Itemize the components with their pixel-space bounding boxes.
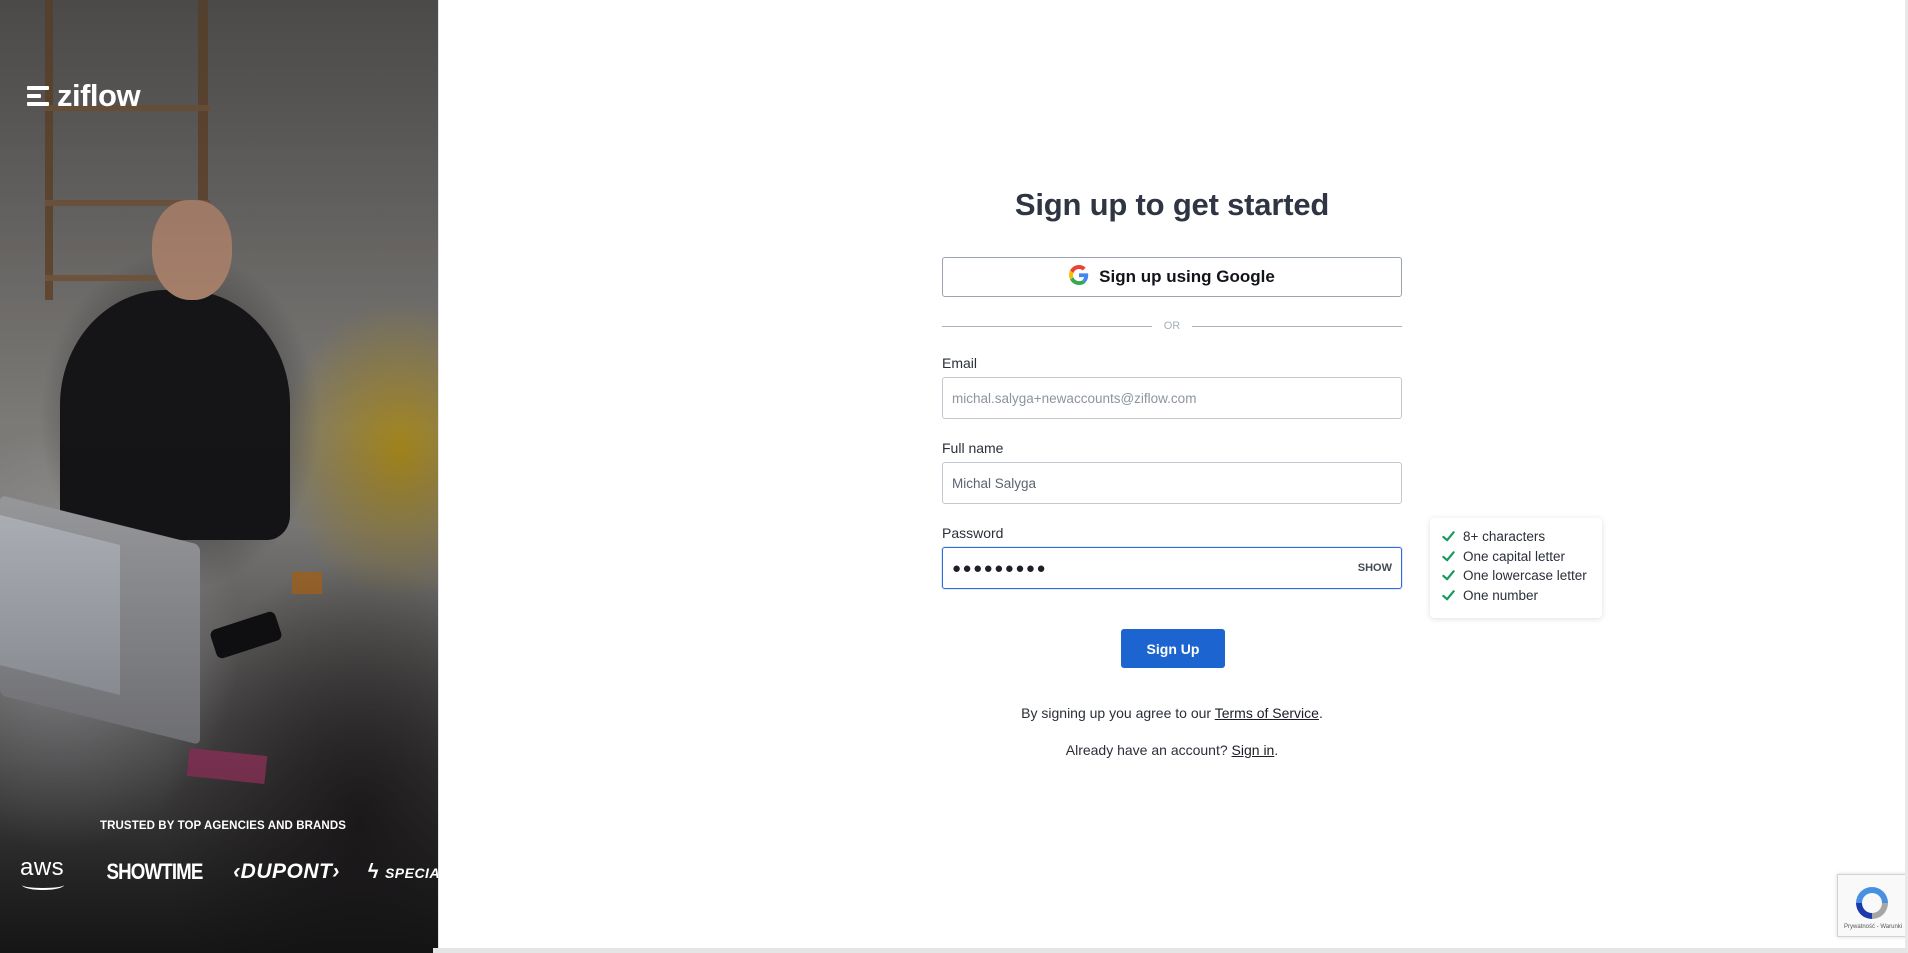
check-icon <box>1442 570 1455 581</box>
password-rule-text: One number <box>1463 587 1539 603</box>
page-title: Sign up to get started <box>1014 187 1330 222</box>
email-input[interactable] <box>952 390 1392 406</box>
email-field[interactable] <box>942 377 1402 419</box>
signin-suffix: . <box>1274 742 1279 758</box>
or-divider: OR <box>942 317 1402 335</box>
password-input[interactable]: ●●●●●●●●● <box>952 560 1358 577</box>
password-rule: One capital letter <box>1442 547 1602 567</box>
aws-logo-text: aws <box>20 854 65 881</box>
check-icon <box>1442 531 1455 542</box>
password-rule-text: 8+ characters <box>1463 529 1546 545</box>
check-icon <box>1442 589 1455 601</box>
trusted-label: TRUSTED BY TOP AGENCIES AND BRANDS <box>100 820 346 832</box>
specialized-logo: ϟ SPECIALIZED <box>368 861 438 884</box>
google-g-icon <box>1069 264 1089 290</box>
brand-logos: aws SHOWTIME ‹DUPONT› ϟ SPECIALIZED <box>20 852 438 892</box>
recaptcha-badge[interactable]: Prywatność - Warunki <box>1837 874 1908 937</box>
password-rule-text: One capital letter <box>1463 548 1566 564</box>
recaptcha-icon <box>1856 887 1888 919</box>
check-icon <box>1442 550 1455 562</box>
password-rules-popover: 8+ characters One capital letter One low… <box>1430 518 1602 618</box>
specialized-bolt-icon: ϟ <box>367 860 379 883</box>
sign-up-button[interactable]: Sign Up <box>1121 629 1225 668</box>
terms-prefix: By signing up you agree to our <box>1021 705 1212 721</box>
signin-text: Already have an account? Sign in. <box>942 742 1402 758</box>
full-name-field[interactable] <box>942 462 1402 504</box>
password-rule-text: One lowercase letter <box>1463 568 1587 584</box>
dupont-logo: ‹DUPONT› <box>233 860 340 883</box>
bottom-scrollbar[interactable] <box>433 948 1908 953</box>
password-rule: 8+ characters <box>1442 527 1602 547</box>
password-field[interactable]: ●●●●●●●●● SHOW <box>942 547 1402 589</box>
ziflow-mark-icon <box>27 84 49 108</box>
full-name-label: Full name <box>942 440 1004 456</box>
sign-in-link[interactable]: Sign in <box>1232 742 1275 758</box>
show-password-toggle[interactable]: SHOW <box>1358 562 1392 574</box>
terms-text: By signing up you agree to our Terms of … <box>942 705 1402 721</box>
password-rule: One number <box>1442 586 1602 606</box>
showtime-logo: SHOWTIME <box>106 859 204 884</box>
hero-overlay <box>0 0 438 953</box>
aws-smile-icon <box>22 880 64 890</box>
recaptcha-privacy-text: Prywatność - Warunki <box>1844 924 1903 930</box>
or-line-left <box>942 325 1152 327</box>
signin-prefix: Already have an account? <box>1065 742 1228 758</box>
signup-page: ziflow TRUSTED BY TOP AGENCIES AND BRAND… <box>0 0 1908 953</box>
terms-suffix: . <box>1318 705 1323 721</box>
google-signup-label: Sign up using Google <box>1099 267 1275 286</box>
or-line-right <box>1192 325 1402 327</box>
google-signup-button[interactable]: Sign up using Google <box>942 257 1402 297</box>
aws-logo: aws <box>20 854 64 890</box>
panel-divider <box>438 0 439 953</box>
password-rule: One lowercase letter <box>1442 566 1602 586</box>
brand-logo: ziflow <box>27 78 141 114</box>
or-label: OR <box>1163 320 1181 332</box>
specialized-logo-text: SPECIALIZED <box>384 864 438 881</box>
terms-of-service-link[interactable]: Terms of Service <box>1215 705 1319 721</box>
hero-panel: ziflow TRUSTED BY TOP AGENCIES AND BRAND… <box>0 0 438 953</box>
email-label: Email <box>942 355 978 371</box>
password-label: Password <box>942 525 1004 541</box>
brand-name: ziflow <box>57 78 141 113</box>
full-name-input[interactable] <box>952 475 1392 491</box>
